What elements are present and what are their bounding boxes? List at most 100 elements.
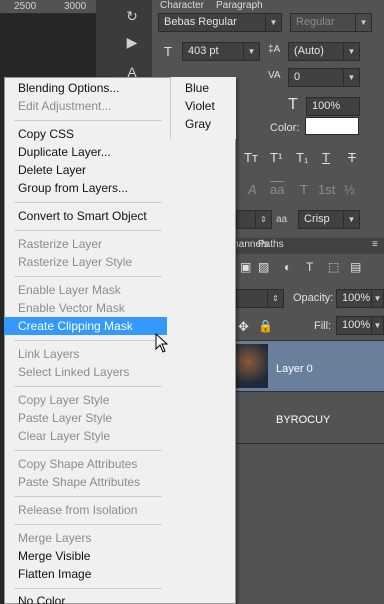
chevron-updown-icon: ⇕: [255, 211, 271, 228]
antialias-dropdown[interactable]: Crisp ▼: [298, 210, 360, 229]
font-style-value: Regular: [296, 16, 335, 28]
color-option-blue[interactable]: Blue: [185, 79, 209, 97]
fill-label: Fill:: [314, 320, 332, 332]
menu-item-create-clipping-mask[interactable]: Create Clipping Mask: [4, 317, 167, 335]
tab-paragraph[interactable]: Paragraph: [216, 0, 263, 11]
menu-item-enable-layer-mask: Enable Layer Mask: [18, 283, 121, 297]
color-option-violet[interactable]: Violet: [185, 97, 215, 115]
layer-filter-bar: ▣ ▨ ◐ T ⬚ ▤: [236, 260, 384, 276]
ordinals-icon[interactable]: 1st: [318, 182, 335, 197]
chevron-down-icon: ▼: [343, 211, 359, 228]
chevron-down-icon: ▼: [371, 317, 383, 334]
layer-name: BYROCUY: [276, 414, 331, 426]
opacity-label: Opacity:: [293, 292, 334, 304]
color-swatch[interactable]: [305, 117, 359, 135]
play-action-icon[interactable]: ▶: [122, 32, 142, 52]
chevron-down-icon: ▼: [355, 14, 371, 31]
fractions-icon[interactable]: ½: [344, 182, 355, 197]
menu-separator: [14, 120, 162, 121]
superscript-icon[interactable]: T¹: [270, 150, 282, 165]
menu-item-no-color[interactable]: No Color: [13, 592, 165, 604]
menu-separator: [14, 588, 162, 589]
font-size-icon: T: [164, 44, 172, 59]
swash-icon[interactable]: A: [248, 182, 257, 197]
font-size-value: 403 pt: [188, 45, 219, 57]
menu-separator: [14, 386, 162, 387]
horizontal-ruler: 2500 3000: [0, 0, 96, 14]
menu-item-copy-shape-attributes: Copy Shape Attributes: [18, 457, 138, 471]
ruler-tick-label: 3000: [64, 1, 87, 12]
layer-row-byrocuy[interactable]: BYROCUY: [236, 392, 384, 444]
lock-all-icon[interactable]: 🔒: [258, 319, 273, 333]
menu-item-copy-css[interactable]: Copy CSS: [13, 125, 165, 143]
menu-item-rasterize-layer-style: Rasterize Layer Style: [18, 255, 133, 269]
color-label: Color:: [270, 122, 300, 134]
antialias-value: Crisp: [304, 213, 330, 225]
menu-item-enable-vector-mask: Enable Vector Mask: [18, 301, 125, 315]
leading-icon: ‡A: [268, 44, 281, 55]
layer-name: Layer 0: [276, 363, 313, 375]
fill-field[interactable]: 100% ▼: [336, 316, 384, 335]
menu-item-paste-shape-attributes: Paste Shape Attributes: [18, 475, 141, 489]
menu-separator: [14, 230, 162, 231]
color-option-gray[interactable]: Gray: [185, 115, 211, 133]
underline-icon[interactable]: T: [322, 150, 330, 165]
filter-type-icon[interactable]: T: [306, 260, 313, 274]
vertical-scale-icon: T: [288, 96, 298, 113]
menu-item-clear-layer-style: Clear Layer Style: [18, 429, 111, 443]
menu-item-paste-layer-style: Paste Layer Style: [18, 411, 113, 425]
subscript-icon[interactable]: T₁: [296, 150, 308, 165]
menu-separator: [14, 276, 162, 277]
menu-item-merge-layers: Merge Layers: [18, 531, 92, 545]
menu-item-delete-layer[interactable]: Delete Layer: [13, 161, 165, 179]
menu-item-release-from-isolation: Release from Isolation: [18, 503, 138, 517]
tracking-value: 0: [294, 71, 301, 83]
tab-paths[interactable]: Paths: [258, 239, 284, 250]
blend-mode-dropdown[interactable]: ⇕: [236, 289, 284, 308]
menu-separator: [14, 340, 162, 341]
antialias-icon: aa: [276, 214, 288, 225]
panel-menu-icon[interactable]: ≡: [372, 239, 378, 250]
menu-item-blending-options[interactable]: Blending Options...: [13, 79, 165, 97]
lock-position-icon[interactable]: ✥: [238, 319, 249, 335]
scale-field[interactable]: 100%: [306, 97, 360, 116]
fill-value: 100%: [342, 319, 371, 331]
layer-thumbnail: [236, 344, 268, 388]
font-size-field[interactable]: 403 pt ▼: [182, 42, 260, 61]
menu-item-edit-adjustment: Edit Adjustment...: [18, 99, 112, 113]
leading-field[interactable]: (Auto) ▼: [288, 42, 360, 61]
scale-value: 100%: [312, 100, 341, 112]
tracking-field[interactable]: 0 ▼: [288, 68, 360, 87]
chevron-down-icon: ▼: [343, 43, 359, 60]
ruler-tick-label: 2500: [14, 1, 37, 12]
opacity-value: 100%: [342, 292, 371, 304]
menu-separator: [14, 450, 162, 451]
history-icon[interactable]: ↻: [122, 6, 142, 26]
tracking-icon: VA: [268, 70, 281, 81]
menu-item-copy-layer-style: Copy Layer Style: [18, 393, 110, 407]
menu-item-convert-to-smart-object[interactable]: Convert to Smart Object: [13, 207, 165, 225]
opacity-field[interactable]: 100% ▼: [336, 289, 384, 308]
stylistic-alternates-icon[interactable]: T: [300, 182, 308, 197]
menu-item-rasterize-layer: Rasterize Layer: [18, 237, 103, 251]
filter-smart-object-icon[interactable]: ▤: [350, 260, 361, 274]
menu-item-duplicate-layer[interactable]: Duplicate Layer...: [13, 143, 165, 161]
filter-shape-icon[interactable]: ⬚: [328, 260, 339, 274]
leading-value: (Auto): [294, 45, 324, 57]
filter-image-icon[interactable]: ▨: [258, 260, 269, 274]
menu-item-flatten-image[interactable]: Flatten Image: [13, 565, 165, 583]
filter-pixel-icon[interactable]: ▣: [240, 260, 251, 274]
small-caps-icon[interactable]: Tт: [244, 150, 258, 165]
menu-separator: [14, 496, 162, 497]
menu-item-group-from-layers[interactable]: Group from Layers...: [13, 179, 165, 197]
menu-item-merge-visible[interactable]: Merge Visible: [13, 547, 165, 565]
font-family-dropdown[interactable]: Bebas Regular ▼: [158, 13, 282, 32]
language-dropdown[interactable]: ⇕: [236, 210, 272, 229]
strikethrough-icon[interactable]: T: [348, 150, 356, 165]
font-style-dropdown[interactable]: Regular ▼: [290, 13, 372, 32]
tab-character[interactable]: Character: [160, 0, 204, 11]
chevron-updown-icon: ⇕: [267, 290, 283, 307]
menu-item-select-linked-layers: Select Linked Layers: [18, 365, 130, 379]
titling-alternates-icon[interactable]: aa: [270, 182, 284, 197]
filter-adjustment-icon[interactable]: ◐: [284, 260, 291, 274]
